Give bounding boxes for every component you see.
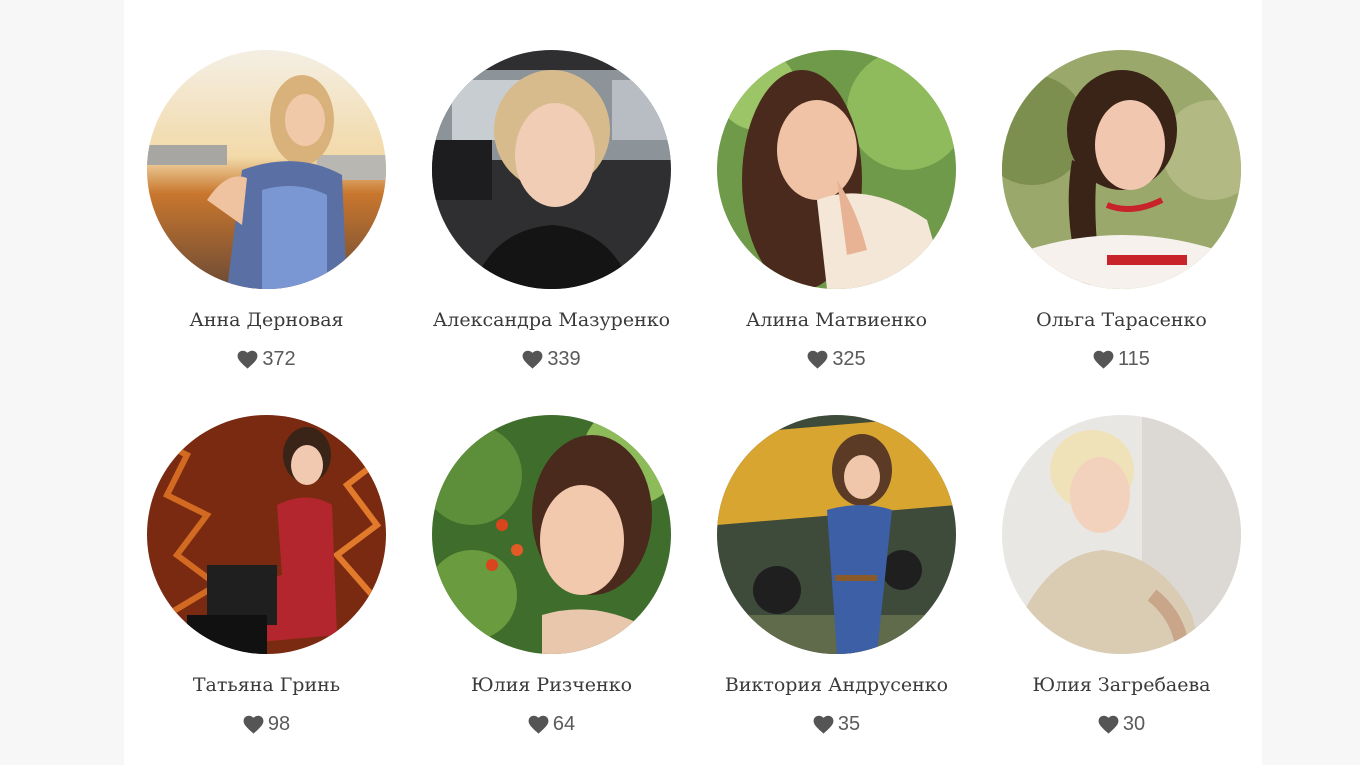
likes-value: 372 [262,348,296,370]
profile-name[interactable]: Юлия Ризченко [409,674,694,696]
profile-photo[interactable] [1002,50,1241,289]
heart-icon[interactable] [237,350,258,369]
heart-icon[interactable] [528,715,549,734]
heart-icon[interactable] [1098,715,1119,734]
profile-name[interactable]: Ольга Тарасенко [979,309,1264,331]
likes-value: 115 [1118,348,1150,370]
profile-photo[interactable] [432,50,671,289]
profile-name[interactable]: Александра Мазуренко [409,309,694,331]
page-content: Анна Дерновая 372 Александра Мазуренко 3… [124,0,1262,765]
likes-value: 64 [552,713,576,735]
profile-photo[interactable] [147,415,386,654]
profile-photo[interactable] [432,415,671,654]
likes-value: 30 [1122,713,1146,735]
likes-value: 339 [547,348,581,370]
profile-name[interactable]: Анна Дерновая [124,309,409,331]
likes-count: 372 [124,348,409,371]
likes-count: 325 [694,348,979,371]
likes-count: 64 [409,713,694,736]
likes-value: 325 [832,348,866,370]
likes-value: 35 [837,713,861,735]
heart-icon[interactable] [807,350,828,369]
heart-icon[interactable] [243,715,264,734]
likes-count: 339 [409,348,694,371]
profile-name[interactable]: Виктория Андрусенко [694,674,979,696]
profile-name[interactable]: Юлия Загребаева [979,674,1264,696]
likes-count: 98 [124,713,409,736]
profile-photo[interactable] [717,415,956,654]
heart-icon[interactable] [522,350,543,369]
profile-photo[interactable] [1002,415,1241,654]
likes-count: 35 [694,713,979,736]
heart-icon[interactable] [1093,350,1114,369]
likes-count: 115 [979,348,1264,371]
likes-value: 98 [267,713,291,735]
profile-name[interactable]: Татьяна Гринь [124,674,409,696]
heart-icon[interactable] [813,715,834,734]
likes-count: 30 [979,713,1264,736]
profile-name[interactable]: Алина Матвиенко [694,309,979,331]
profile-photo[interactable] [717,50,956,289]
profile-photo[interactable] [147,50,386,289]
